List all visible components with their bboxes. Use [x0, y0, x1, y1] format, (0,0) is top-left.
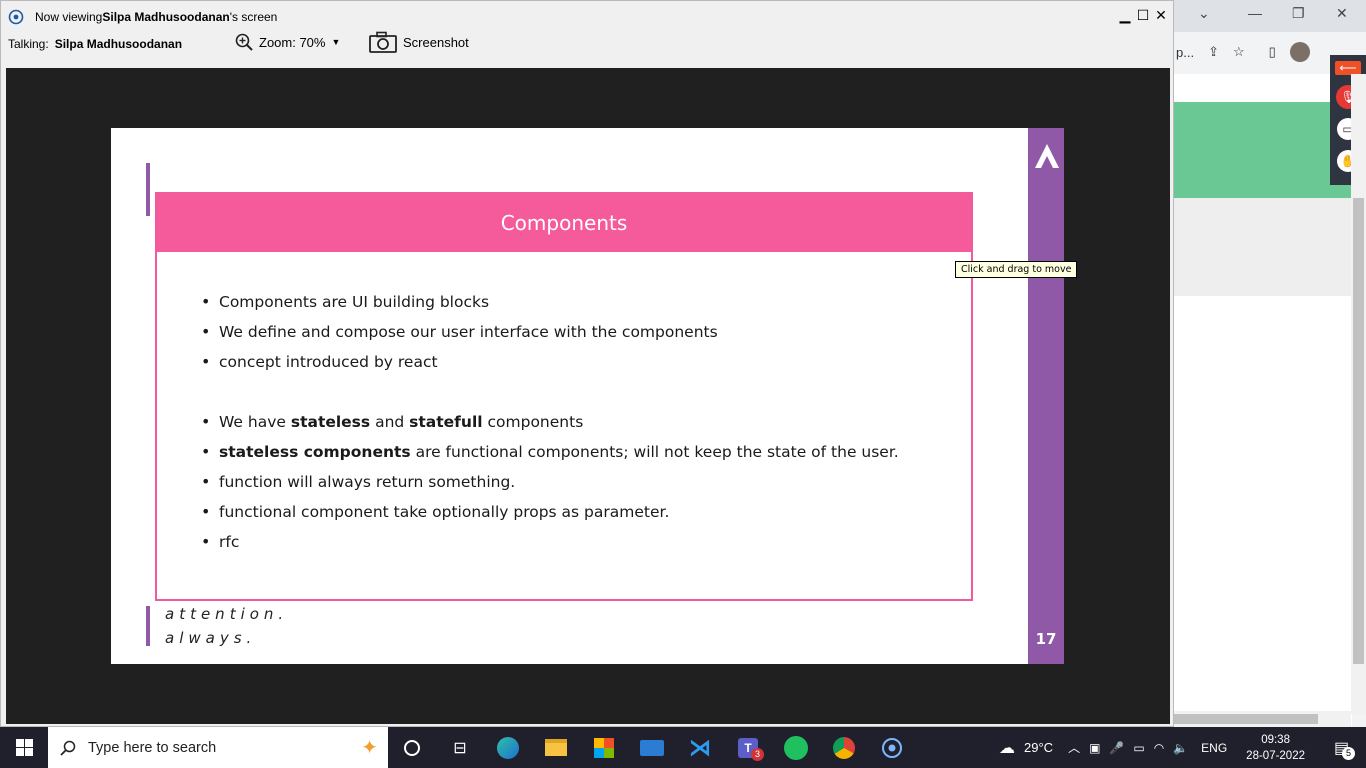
talking-name: Silpa Madhusoodanan	[54, 37, 183, 51]
weather-temp[interactable]: 29°C	[1024, 740, 1053, 755]
share-icon[interactable]: ⇪	[1208, 44, 1219, 60]
clock-time: 09:38	[1261, 733, 1290, 746]
weather-cloud-icon[interactable]: ☁	[999, 738, 1015, 758]
task-view-button[interactable]	[388, 727, 436, 768]
wifi-icon[interactable]: ◠	[1154, 741, 1164, 755]
browser-tab-bar: ⌄ — ❐ ✕	[1174, 0, 1366, 32]
viewer-title-prefix: Now viewing	[35, 10, 103, 24]
chevron-up-icon[interactable]: ︿	[1068, 739, 1080, 756]
restore-icon[interactable]: ❐	[1292, 5, 1305, 22]
star-icon[interactable]: ☆	[1233, 44, 1245, 60]
task-view-icon[interactable]: ⊟	[436, 727, 484, 768]
file-explorer-icon[interactable]	[532, 727, 580, 768]
start-button[interactable]	[0, 727, 48, 768]
shared-screen-area[interactable]: Components Components are UI building bl…	[6, 68, 1170, 724]
scrollbar-thumb[interactable]	[1353, 198, 1364, 664]
bullet-item: stateless components are functional comp…	[201, 437, 899, 467]
slide-page-number: 17	[1035, 630, 1057, 648]
cortana-circle-icon	[404, 739, 420, 756]
viewer-title-bar[interactable]: Now viewing Silpa Madhusoodanan 's scree…	[1, 1, 1173, 33]
address-snippet: p...	[1176, 44, 1195, 60]
minimize-icon[interactable]: ▁	[1117, 7, 1133, 24]
notification-count: 5	[1342, 746, 1355, 760]
slide-tagline: attention. always.	[165, 605, 289, 647]
horizontal-scrollbar[interactable]	[1174, 711, 1351, 727]
search-highlight-icon: ✦	[361, 737, 378, 759]
taskbar-search-box[interactable]: Type here to search ✦	[48, 727, 388, 768]
bullet-item: rfc	[201, 527, 899, 557]
search-placeholder: Type here to search	[88, 739, 217, 756]
language-indicator[interactable]: ENG	[1201, 741, 1227, 755]
screenshot-label: Screenshot	[403, 34, 469, 50]
bullet-item: concept introduced by react	[201, 347, 899, 377]
clock[interactable]: 09:38 28-07-2022	[1246, 732, 1305, 764]
edge-icon[interactable]	[484, 727, 532, 768]
system-tray: ☁ 29°C ︿ ▣ 🎤 ▭ ◠ 🔈 ENG 09:38 28-07-2022 …	[999, 727, 1366, 768]
page-grey-band	[1174, 198, 1352, 296]
slide-footer-accent	[146, 606, 150, 646]
maximize-icon[interactable]: ☐	[1135, 7, 1151, 24]
avatar[interactable]	[1289, 42, 1310, 62]
bullet-item: Components are UI building blocks	[201, 287, 899, 317]
search-icon	[60, 740, 76, 756]
vertical-scrollbar[interactable]	[1351, 74, 1366, 714]
slide-top-accent	[146, 163, 150, 216]
viewer-toolbar: Talking: Silpa Madhusoodanan Zoom: 70% ▼…	[1, 31, 1173, 57]
bullet-item: We have stateless and statefull componen…	[201, 407, 899, 437]
chevron-down-icon: ▼	[331, 37, 341, 47]
teams-icon[interactable]: T 3	[724, 727, 772, 768]
store-icon[interactable]	[580, 727, 628, 768]
zoom-label: Zoom: 70%	[259, 34, 326, 50]
windows-logo-icon	[15, 739, 33, 756]
vscode-icon[interactable]: ⋊	[676, 727, 724, 768]
sidepanel-icon[interactable]: ▯	[1269, 44, 1276, 60]
screenshot-button[interactable]: Screenshot	[369, 31, 469, 53]
slide-sidebar: 17	[1028, 128, 1064, 664]
camera-icon	[369, 31, 397, 53]
bullet-item: function will always return something.	[201, 467, 899, 497]
drag-tooltip: Click and drag to move	[955, 261, 1078, 278]
teams-badge: 3	[751, 748, 764, 761]
clock-date: 28-07-2022	[1246, 749, 1305, 762]
mail-icon[interactable]	[628, 727, 676, 768]
minimize-icon[interactable]: —	[1248, 5, 1262, 21]
windows-taskbar: Type here to search ✦ ⊟ ⋊ T 3 ☁ 29°C ︿ ▣…	[0, 727, 1366, 768]
notification-center-button[interactable]: ▤ 5	[1330, 734, 1358, 762]
presentation-slide: Components Components are UI building bl…	[111, 128, 1064, 664]
chat-app-icon[interactable]	[772, 727, 820, 768]
screen-share-viewer-window: Now viewing Silpa Madhusoodanan 's scree…	[0, 0, 1174, 727]
bullet-item: We define and compose our user interface…	[201, 317, 899, 347]
zoom-dropdown[interactable]: Zoom: 70% ▼	[235, 33, 340, 51]
scrollbar-thumb[interactable]	[1174, 714, 1318, 724]
microphone-icon[interactable]: 🎤	[1109, 741, 1124, 755]
chevron-down-icon[interactable]: ⌄	[1198, 5, 1210, 22]
slide-content-box: Components Components are UI building bl…	[155, 192, 973, 601]
slide-title: Components	[157, 194, 971, 252]
volume-icon[interactable]: 🔈	[1173, 741, 1188, 755]
viewer-title-name: Silpa Madhusoodanan	[102, 10, 230, 24]
meet-now-icon[interactable]: ▣	[1089, 741, 1100, 755]
bullet-item: functional component take optionally pro…	[201, 497, 899, 527]
bullet-spacer	[201, 377, 899, 407]
viewer-title-suffix: 's screen	[229, 10, 278, 24]
screen-share-app-icon[interactable]	[868, 727, 916, 768]
chrome-icon[interactable]	[820, 727, 868, 768]
zoom-in-icon	[235, 33, 253, 51]
arrow-left-icon: ⟵	[1335, 61, 1361, 75]
page-green-banner	[1174, 102, 1352, 198]
app-gear-icon	[7, 8, 25, 26]
slide-bullet-list: Components are UI building blocks We def…	[201, 287, 899, 557]
close-icon[interactable]: ✕	[1153, 7, 1169, 24]
talking-label: Talking:	[8, 37, 49, 51]
brand-logo-icon	[1035, 144, 1059, 168]
battery-icon[interactable]: ▭	[1133, 741, 1144, 755]
close-icon[interactable]: ✕	[1336, 5, 1348, 22]
browser-page	[1174, 74, 1352, 727]
